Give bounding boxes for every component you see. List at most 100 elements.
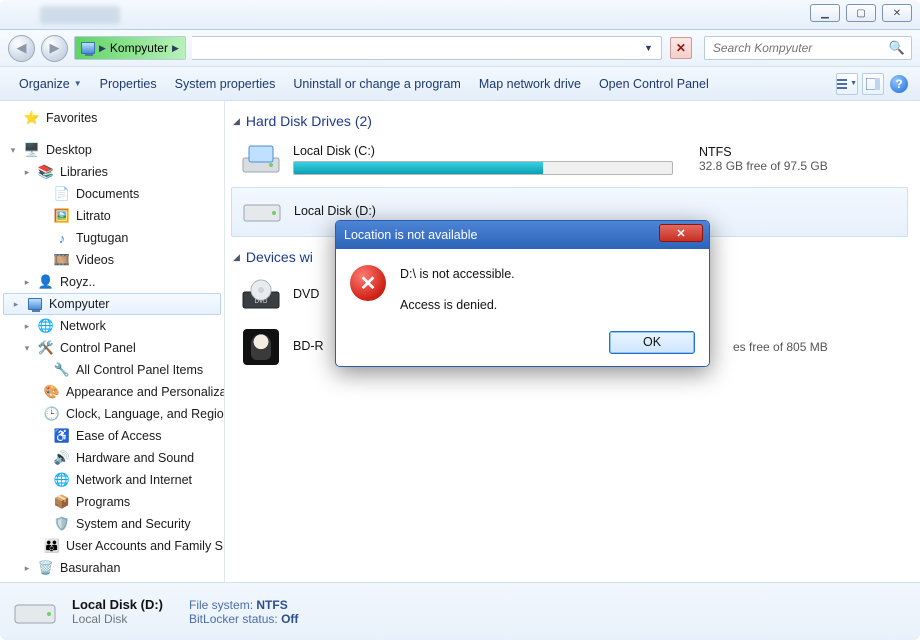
minimize-button[interactable]: ▁ [810, 4, 840, 22]
chevron-down-icon: ▼ [850, 80, 857, 87]
view-options-button[interactable]: ▼ [836, 73, 858, 95]
sidebar-item-cp-hw[interactable]: Hardware and Sound [76, 451, 194, 465]
computer-icon [27, 296, 43, 312]
network-internet-icon: 🌐 [54, 472, 70, 488]
hardware-icon: 🔊 [54, 450, 70, 466]
details-bitlocker-value: Off [281, 612, 298, 626]
chevron-right-icon: ▶ [99, 43, 106, 54]
sidebar-item-cp-users[interactable]: User Accounts and Family S [66, 539, 223, 553]
security-icon: 🛡️ [54, 516, 70, 532]
drive-name: Local Disk (D:) [294, 204, 684, 218]
dialog-titlebar[interactable]: Location is not available ✕ [336, 221, 709, 249]
network-icon: 🌐 [38, 318, 54, 334]
drive-icon [239, 141, 283, 177]
users-icon: 👪 [44, 538, 60, 554]
clock-icon: 🕒 [44, 406, 60, 422]
navigation-tree[interactable]: ⭐Favorites ▾🖥️Desktop ▸📚Libraries 📄Docum… [0, 101, 225, 582]
star-icon: ⭐ [24, 110, 40, 126]
bdr-icon [239, 329, 283, 365]
document-icon: 📄 [54, 186, 70, 202]
drive-icon [240, 194, 284, 230]
sidebar-item-desktop[interactable]: Desktop [46, 143, 92, 157]
drive-name: Local Disk (C:) [293, 144, 683, 158]
user-icon: 👤 [38, 274, 54, 290]
breadcrumb-label[interactable]: Kompyuter [110, 41, 168, 55]
dialog-close-button[interactable]: ✕ [659, 224, 703, 242]
sidebar-item-network[interactable]: Network [60, 319, 106, 333]
drive-filesystem: NTFS [699, 145, 828, 159]
error-dialog: Location is not available ✕ ✕ D:\ is not… [335, 220, 710, 367]
sidebar-item-litrato[interactable]: Litrato [76, 209, 111, 223]
organize-menu[interactable]: Organize▼ [10, 73, 91, 95]
desktop-icon: 🖥️ [24, 142, 40, 158]
ease-icon: ♿ [54, 428, 70, 444]
sidebar-item-kompyuter[interactable]: Kompyuter [49, 297, 109, 311]
sidebar-item-cp-ease[interactable]: Ease of Access [76, 429, 161, 443]
dialog-message-line1: D:\ is not accessible. [400, 265, 515, 284]
preview-pane-button[interactable] [862, 73, 884, 95]
address-tail[interactable]: ▼ [192, 36, 662, 60]
maximize-button[interactable]: ▢ [846, 4, 876, 22]
drive-free-space: 32.8 GB free of 97.5 GB [699, 159, 828, 173]
details-fs-label: File system: [189, 598, 253, 612]
details-name: Local Disk (D:) [72, 597, 163, 612]
sidebar-item-basurahan[interactable]: Basurahan [60, 561, 120, 575]
libraries-icon: 📚 [38, 164, 54, 180]
open-control-panel-button[interactable]: Open Control Panel [590, 73, 718, 95]
search-input[interactable] [711, 40, 889, 56]
address-clear-button[interactable]: ✕ [670, 37, 692, 59]
details-type: Local Disk [72, 612, 127, 626]
back-button[interactable]: ◀ [8, 35, 35, 62]
details-bitlocker-label: BitLocker status: [189, 612, 278, 626]
sidebar-item-cp-clock[interactable]: Clock, Language, and Regio [66, 407, 224, 421]
programs-icon: 📦 [54, 494, 70, 510]
drive-free-space: es free of 805 MB [733, 340, 828, 354]
picture-icon: 🖼️ [54, 208, 70, 224]
appearance-icon: 🎨 [44, 384, 60, 400]
map-drive-button[interactable]: Map network drive [470, 73, 590, 95]
sidebar-item-royz[interactable]: Royz.. [60, 275, 95, 289]
details-fs-value: NTFS [256, 598, 287, 612]
pane-icon [866, 78, 880, 90]
sidebar-item-cp-security[interactable]: System and Security [76, 517, 191, 531]
control-panel-icon: 🛠️ [38, 340, 54, 356]
chevron-down-icon: ▼ [74, 79, 82, 88]
recycle-bin-icon: 🗑️ [38, 560, 54, 576]
title-text-blur [40, 6, 120, 24]
view-icon [837, 78, 847, 90]
sidebar-item-tugtugan[interactable]: Tugtugan [76, 231, 128, 245]
all-items-icon: 🔧 [54, 362, 70, 378]
group-hard-disk-drives[interactable]: ◢Hard Disk Drives (2) [231, 109, 908, 135]
dialog-title: Location is not available [344, 228, 477, 242]
sidebar-item-favorites[interactable]: Favorites [46, 111, 97, 125]
uninstall-button[interactable]: Uninstall or change a program [284, 73, 469, 95]
sidebar-item-documents[interactable]: Documents [76, 187, 139, 201]
chevron-right-icon[interactable]: ▶ [172, 43, 179, 54]
drive-c[interactable]: Local Disk (C:) NTFS 32.8 GB free of 97.… [231, 135, 908, 183]
explorer-window: ▁ ▢ ✕ ◀ ▶ ▶ Kompyuter ▶ ▼ ✕ 🔍 Organize▼ [0, 0, 920, 640]
search-box[interactable]: 🔍 [704, 36, 912, 60]
title-bar[interactable]: ▁ ▢ ✕ [0, 0, 920, 30]
sidebar-item-cp-programs[interactable]: Programs [76, 495, 130, 509]
navigation-bar: ◀ ▶ ▶ Kompyuter ▶ ▼ ✕ 🔍 [0, 30, 920, 67]
drive-icon [12, 592, 58, 632]
sidebar-item-libraries[interactable]: Libraries [60, 165, 108, 179]
close-button[interactable]: ✕ [882, 4, 912, 22]
address-dropdown-icon[interactable]: ▼ [640, 43, 657, 53]
ok-button[interactable]: OK [609, 331, 695, 354]
search-icon[interactable]: 🔍 [889, 40, 905, 56]
music-icon: ♪ [54, 230, 70, 246]
properties-button[interactable]: Properties [91, 73, 166, 95]
sidebar-item-control-panel[interactable]: Control Panel [60, 341, 136, 355]
sidebar-item-videos[interactable]: Videos [76, 253, 114, 267]
dialog-message-line2: Access is denied. [400, 296, 515, 315]
help-button[interactable]: ? [888, 73, 910, 95]
system-properties-button[interactable]: System properties [166, 73, 285, 95]
video-icon: 🎞️ [54, 252, 70, 268]
sidebar-item-cp-all[interactable]: All Control Panel Items [76, 363, 203, 377]
sidebar-item-cp-net[interactable]: Network and Internet [76, 473, 192, 487]
details-pane: Local Disk (D:) Local Disk File system: … [0, 582, 920, 640]
forward-button[interactable]: ▶ [41, 35, 68, 62]
sidebar-item-cp-appearance[interactable]: Appearance and Personaliza [66, 385, 225, 399]
address-breadcrumb[interactable]: ▶ Kompyuter ▶ [74, 36, 186, 60]
